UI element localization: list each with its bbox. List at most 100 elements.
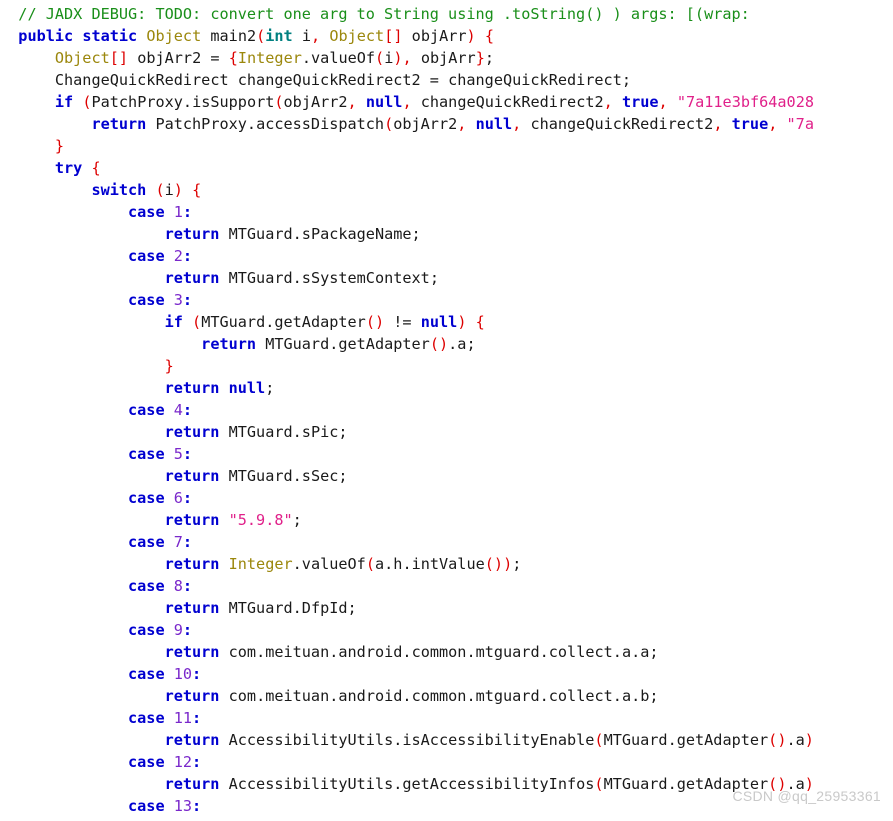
token-plain: a <box>795 775 805 794</box>
token-pun: [ <box>109 49 119 68</box>
token-pun: ) <box>393 49 403 68</box>
token-plain: ; <box>292 511 302 530</box>
token-kw: try <box>54 159 83 178</box>
token-plain: . <box>292 225 302 244</box>
token-plain: i <box>384 49 394 68</box>
token-plain: = <box>210 49 220 68</box>
token-pun: ) <box>493 555 504 574</box>
token-kw: return <box>91 115 147 134</box>
token-plain: AccessibilityUtils <box>228 731 394 750</box>
token-plain: changeQuickRedirect <box>448 71 622 90</box>
token-plain: collect <box>548 687 613 706</box>
token-pun: ) <box>503 555 513 574</box>
token-plain: com <box>228 687 257 706</box>
token-plain: . <box>786 731 796 750</box>
token-kw: : <box>182 291 193 310</box>
code-line: if (MTGuard.getAdapter() != null) { <box>0 311 893 333</box>
token-num: 3 <box>173 291 183 310</box>
token-plain: objArr2 <box>137 49 202 68</box>
token-num: 12 <box>173 753 193 772</box>
code-line: try { <box>0 157 893 179</box>
token-plain: . <box>667 775 677 794</box>
token-plain: android <box>338 643 403 662</box>
token-kw: case <box>128 709 165 728</box>
token-pun: ) <box>804 775 814 794</box>
token-plain: MTGuard <box>228 423 293 442</box>
token-kw: case <box>128 621 165 640</box>
code-line: return AccessibilityUtils.getAccessibili… <box>0 773 893 795</box>
token-kw: return <box>164 423 220 442</box>
token-plain: accessDispatch <box>256 115 385 134</box>
token-plain: . <box>292 599 302 618</box>
source-code-block[interactable]: // JADX DEBUG: TODO: convert one arg to … <box>0 3 893 821</box>
token-kw: : <box>192 797 202 816</box>
token-plain: . <box>539 643 549 662</box>
token-plain: main2 <box>210 27 257 46</box>
token-plain: getAdapter <box>274 313 366 332</box>
token-plain: isSupport <box>192 93 275 112</box>
token-str: "7a11e3bf64a028 <box>676 93 814 112</box>
token-pun: ( <box>155 181 165 200</box>
code-line: } <box>0 135 893 157</box>
code-line: case 2: <box>0 245 893 267</box>
token-pun: ) <box>438 335 449 354</box>
token-kw: true <box>731 115 769 134</box>
token-plain: ; <box>265 379 275 398</box>
token-kw: return <box>164 467 220 486</box>
token-kw: switch <box>91 181 147 200</box>
token-plain: getAccessibilityInfos <box>402 775 595 794</box>
token-str: "7a <box>786 115 814 134</box>
code-editor-viewport[interactable]: // JADX DEBUG: TODO: convert one arg to … <box>0 0 893 821</box>
token-pun: ) <box>466 27 476 46</box>
token-plain: ; <box>429 269 439 288</box>
token-plain: . <box>182 93 193 112</box>
code-line: case 9: <box>0 619 893 641</box>
token-pun: , <box>347 93 357 112</box>
token-pun: ( <box>192 313 202 332</box>
token-plain: ; <box>411 225 421 244</box>
token-plain: sPic <box>301 423 339 442</box>
token-kw: : <box>182 203 193 222</box>
token-kw: : <box>182 247 193 266</box>
token-plain: meituan <box>265 687 330 706</box>
token-kw: case <box>128 401 165 420</box>
token-plain: . <box>292 555 302 574</box>
token-pun: ( <box>768 775 778 794</box>
token-kw: return <box>164 731 220 750</box>
code-line: Object[] objArr2 = {Integer.valueOf(i), … <box>0 47 893 69</box>
token-kw: case <box>128 489 165 508</box>
code-line: return AccessibilityUtils.isAccessibilit… <box>0 729 893 751</box>
token-plain: changeQuickRedirect2 <box>530 115 714 134</box>
token-plain: a <box>795 731 805 750</box>
token-num: 11 <box>173 709 193 728</box>
code-line: return MTGuard.sPic; <box>0 421 893 443</box>
token-type: Integer <box>228 555 293 574</box>
token-plain: . <box>402 687 412 706</box>
token-plain: MTGuard <box>603 775 668 794</box>
token-plain: ; <box>347 599 357 618</box>
token-plain: MTGuard <box>603 731 668 750</box>
token-plain: . <box>265 313 275 332</box>
code-line: case 11: <box>0 707 893 729</box>
token-num: 6 <box>173 489 183 508</box>
token-kw: case <box>128 533 165 552</box>
token-plain: PatchProxy <box>91 93 183 112</box>
token-plain: ; <box>338 423 348 442</box>
code-line: return "5.9.8"; <box>0 509 893 531</box>
token-num: 2 <box>173 247 183 266</box>
token-kw: return <box>164 379 220 398</box>
token-pun: , <box>402 49 412 68</box>
token-str: "5.9.8" <box>228 511 293 530</box>
token-plain: . <box>402 555 412 574</box>
token-plain: . <box>612 643 622 662</box>
token-plain: . <box>292 269 302 288</box>
code-line: return MTGuard.getAdapter().a; <box>0 333 893 355</box>
token-plain: mtguard <box>475 643 540 662</box>
token-pun: } <box>164 357 174 376</box>
token-plain: . <box>292 467 302 486</box>
token-pun: ( <box>365 313 375 332</box>
token-type: Object <box>146 27 202 46</box>
token-kw: return <box>164 775 220 794</box>
token-plain: . <box>393 775 403 794</box>
token-plain: MTGuard <box>228 225 293 244</box>
